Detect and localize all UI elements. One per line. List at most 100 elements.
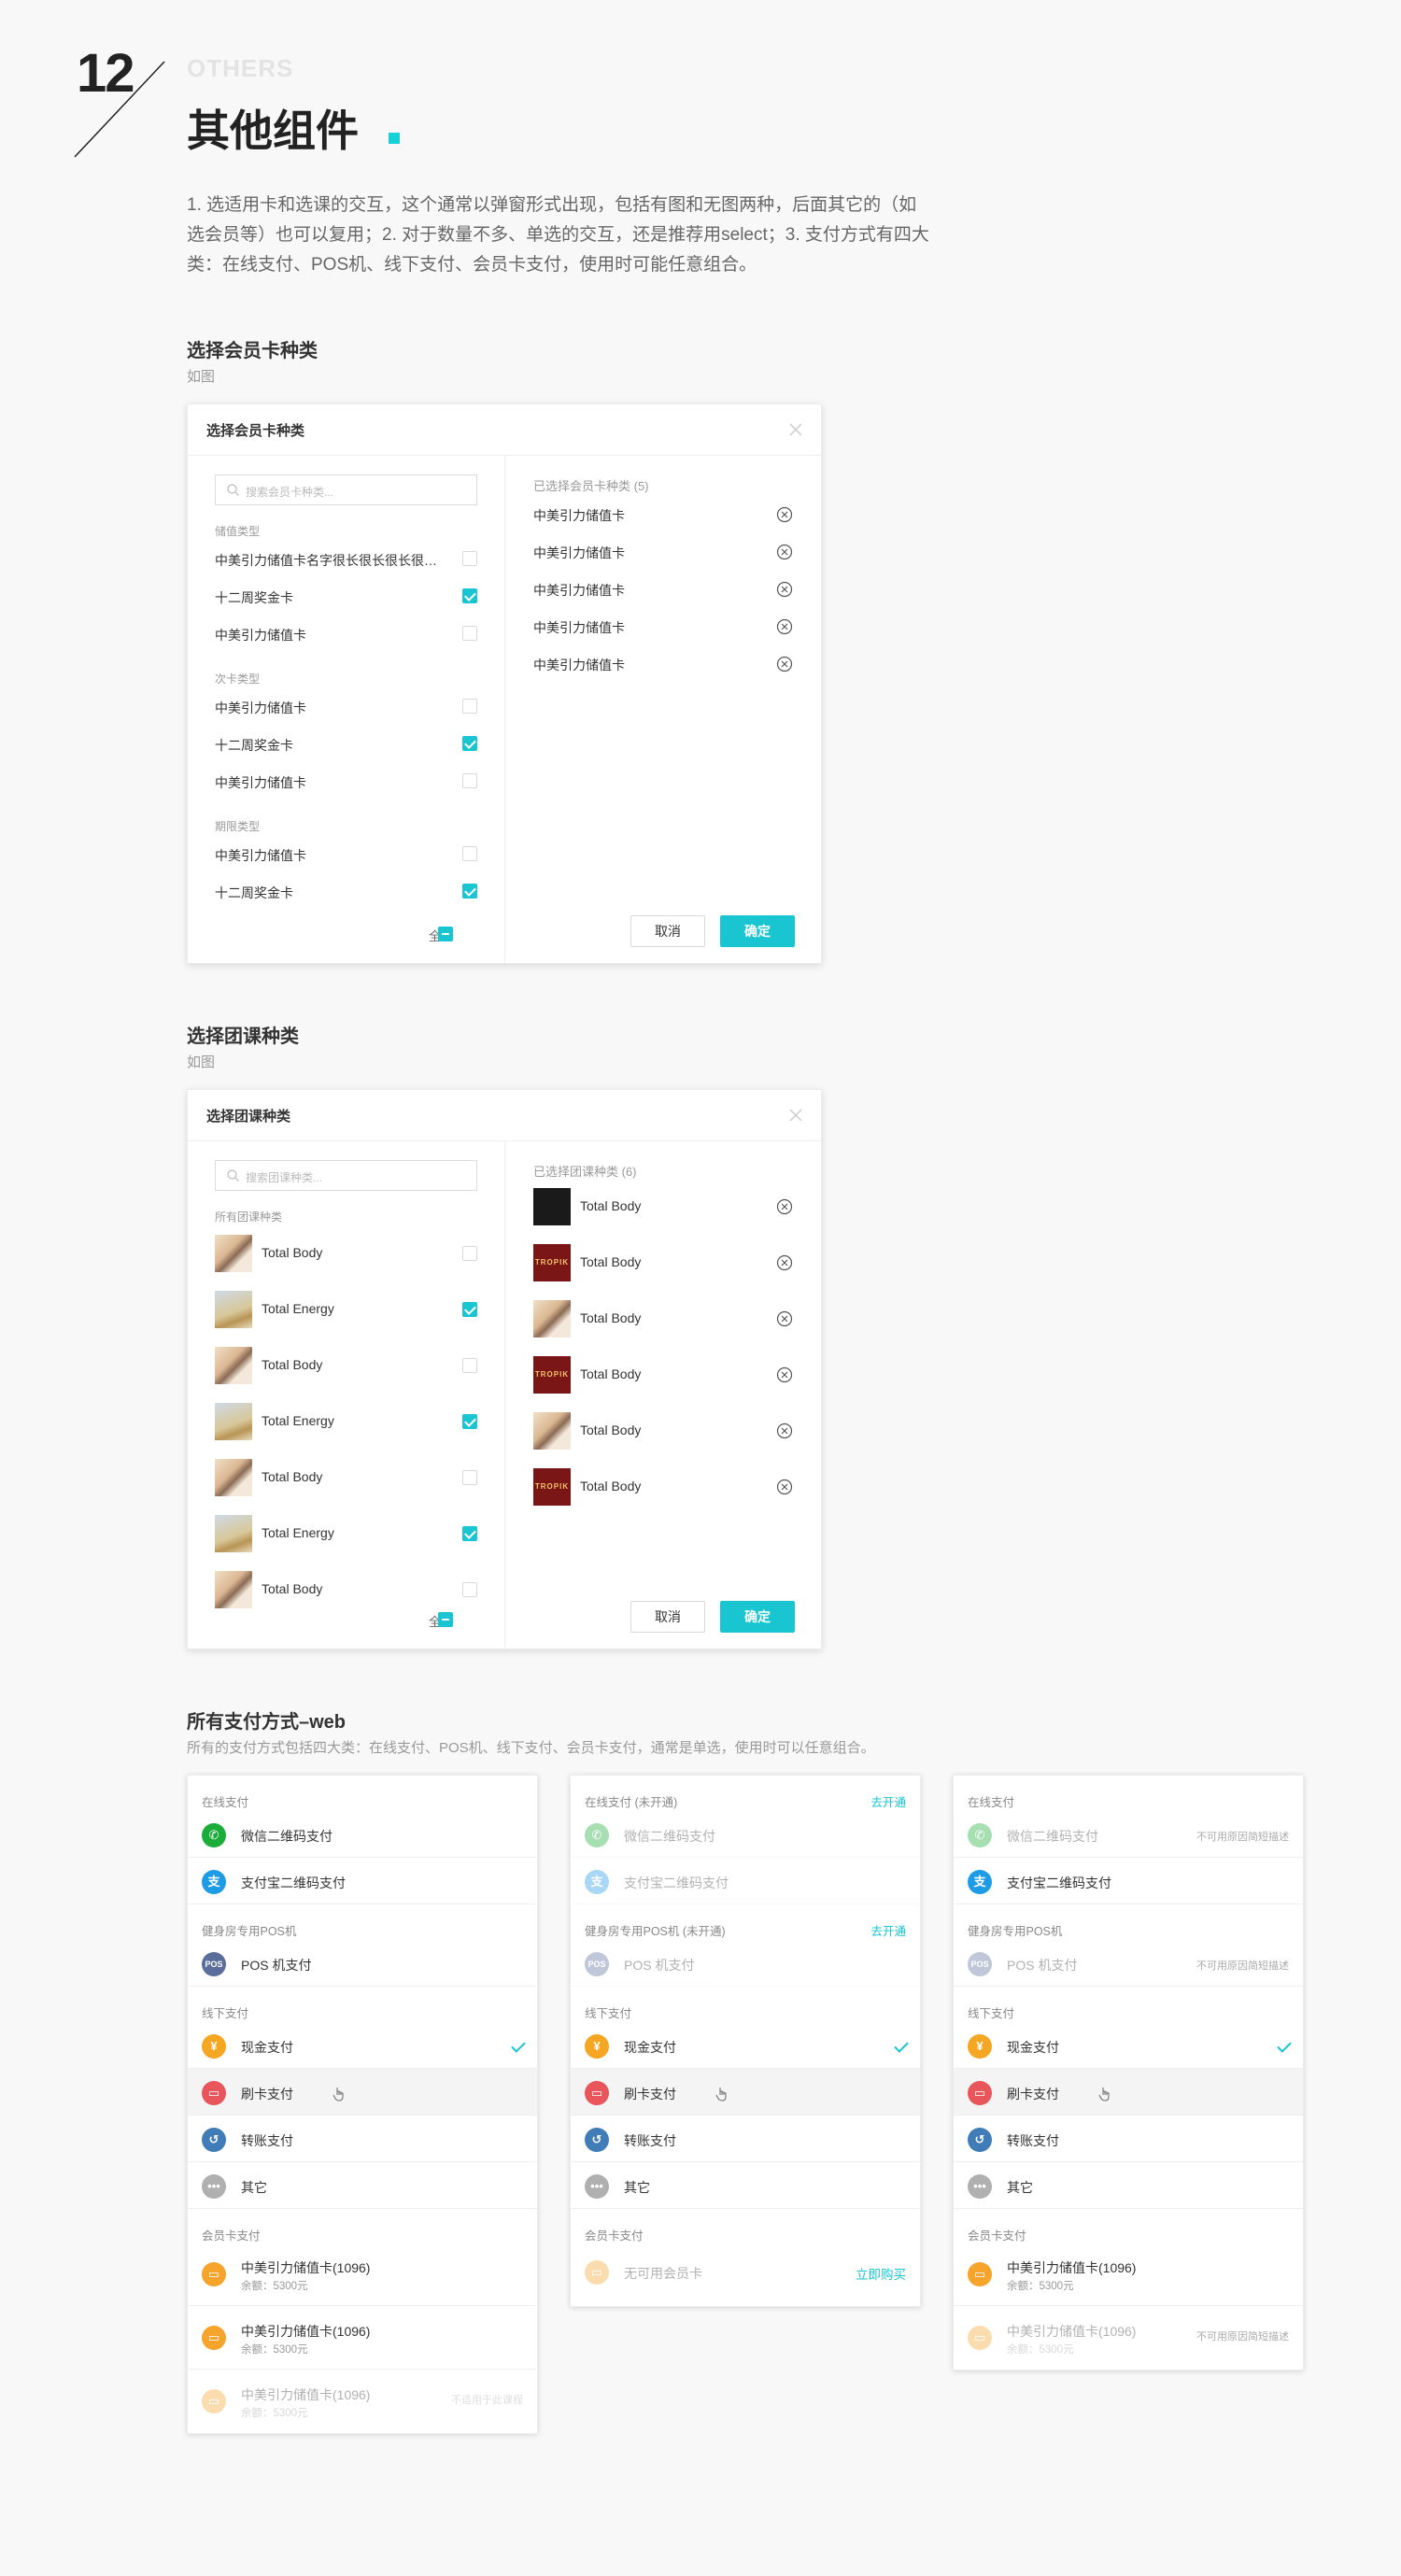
cancel-button[interactable]: 取消 bbox=[630, 915, 705, 947]
pos-icon: POS bbox=[202, 1952, 226, 1976]
payment-option-member-card[interactable]: ▭ 中美引力储值卡(1096) 余额：5300元 bbox=[954, 2243, 1303, 2306]
checkbox[interactable] bbox=[462, 626, 477, 641]
list-item[interactable]: 中美引力储值卡 bbox=[215, 626, 477, 643]
list-item[interactable]: 中美引力储值卡 bbox=[215, 699, 477, 715]
confirm-button[interactable]: 确定 bbox=[720, 1601, 795, 1633]
remove-icon[interactable] bbox=[776, 581, 793, 598]
list-item[interactable]: Total Energy bbox=[215, 1515, 477, 1552]
selected-item: 中美引力储值卡 bbox=[533, 506, 793, 523]
payment-option-member-card[interactable]: ▭ 中美引力储值卡(1096) 余额：5300元 bbox=[188, 2243, 537, 2306]
list-item[interactable]: Total Body bbox=[215, 1571, 477, 1608]
more-icon: ••• bbox=[968, 2174, 992, 2199]
checkbox[interactable] bbox=[462, 846, 477, 861]
checkbox[interactable] bbox=[462, 1470, 477, 1485]
remove-icon[interactable] bbox=[776, 1310, 793, 1327]
select-all[interactable]: 全选 bbox=[403, 927, 477, 943]
checkbox-checked[interactable] bbox=[462, 1526, 477, 1541]
member-card-icon: ▭ bbox=[968, 2262, 992, 2286]
search-input[interactable]: 搜索团课种类... bbox=[215, 1160, 477, 1191]
option-label: 刷卡支付 bbox=[624, 2087, 676, 2102]
list-item[interactable]: Total Energy bbox=[215, 1403, 477, 1440]
payment-option-pos-disabled: POS POS 机支付 不可用原因简短描述 bbox=[954, 1940, 1303, 1987]
checkbox-checked[interactable] bbox=[462, 1302, 477, 1317]
checkbox[interactable] bbox=[462, 1358, 477, 1373]
class-thumbnail bbox=[533, 1300, 571, 1338]
remove-icon[interactable] bbox=[776, 618, 793, 635]
list-item[interactable]: 十二周奖金卡 bbox=[215, 884, 477, 900]
checkbox-checked[interactable] bbox=[462, 588, 477, 603]
payment-option-other[interactable]: ••• 其它 bbox=[571, 2162, 920, 2209]
select-all[interactable]: 全选 bbox=[403, 1612, 477, 1629]
selected-label: Total Body bbox=[580, 1310, 642, 1325]
checkbox[interactable] bbox=[462, 551, 477, 566]
payment-option-card[interactable]: ▭ 刷卡支付 bbox=[571, 2069, 920, 2116]
search-input[interactable]: 搜索会员卡种类... bbox=[215, 474, 477, 505]
payment-option-transfer[interactable]: ↺ 转账支付 bbox=[188, 2116, 537, 2162]
checkbox[interactable] bbox=[462, 773, 477, 788]
payment-option-pos[interactable]: POS POS 机支付 bbox=[188, 1940, 537, 1987]
card-icon: ▭ bbox=[968, 2081, 992, 2105]
list-item[interactable]: Total Body bbox=[215, 1347, 477, 1384]
list-item[interactable]: 中美引力储值卡 bbox=[215, 846, 477, 863]
checkbox[interactable] bbox=[462, 699, 477, 714]
remove-icon[interactable] bbox=[776, 1479, 793, 1495]
payment-option-alipay-disabled: 支支付宝二维码支付 bbox=[571, 1858, 920, 1904]
item-label: Total Body bbox=[262, 1245, 323, 1260]
checkbox[interactable] bbox=[462, 1246, 477, 1261]
activate-link[interactable]: 去开通 bbox=[870, 1792, 906, 1810]
remove-icon[interactable] bbox=[776, 506, 793, 523]
list-item[interactable]: 中美引力储值卡 bbox=[215, 773, 477, 790]
close-icon[interactable] bbox=[785, 1105, 806, 1125]
list-item[interactable]: 中美引力储值卡名字很长很长很长很长很长 bbox=[215, 551, 477, 568]
section-label: 健身房专用POS机 bbox=[968, 1925, 1063, 1938]
payment-option-other[interactable]: ••• 其它 bbox=[188, 2162, 537, 2209]
class-section-subtitle: 如图 bbox=[187, 1054, 216, 1070]
payment-option-other[interactable]: ••• 其它 bbox=[954, 2162, 1303, 2209]
transfer-icon: ↺ bbox=[968, 2128, 992, 2152]
remove-icon[interactable] bbox=[776, 1254, 793, 1271]
payment-option-cash[interactable]: ¥ 现金支付 bbox=[188, 2022, 537, 2069]
buy-now-link[interactable]: 立即购买 bbox=[856, 2264, 906, 2283]
selected-label: Total Body bbox=[580, 1198, 642, 1213]
activate-link[interactable]: 去开通 bbox=[870, 1921, 906, 1939]
option-label: 刷卡支付 bbox=[241, 2087, 293, 2102]
list-item[interactable]: Total Body bbox=[215, 1459, 477, 1496]
item-label: 中美引力储值卡 bbox=[215, 775, 306, 790]
payment-option-member-card[interactable]: ▭ 中美引力储值卡(1096) 余额：5300元 bbox=[188, 2306, 537, 2370]
remove-icon[interactable] bbox=[776, 544, 793, 560]
list-item[interactable]: 十二周奖金卡 bbox=[215, 736, 477, 753]
checkbox-checked[interactable] bbox=[462, 884, 477, 899]
checkbox-indeterminate[interactable] bbox=[438, 927, 453, 941]
list-item[interactable]: Total Body bbox=[215, 1235, 477, 1272]
member-card-icon: ▭ bbox=[202, 2262, 226, 2286]
remove-icon[interactable] bbox=[776, 1422, 793, 1439]
payment-option-transfer[interactable]: ↺ 转账支付 bbox=[954, 2116, 1303, 2162]
cancel-button[interactable]: 取消 bbox=[630, 1601, 705, 1633]
close-icon[interactable] bbox=[785, 419, 806, 440]
payment-option-cash[interactable]: ¥ 现金支付 bbox=[571, 2022, 920, 2069]
selected-item: 中美引力储值卡 bbox=[533, 656, 793, 672]
payment-option-wechat[interactable]: ✆ 微信二维码支付 bbox=[188, 1811, 537, 1858]
checkbox[interactable] bbox=[462, 1582, 477, 1597]
checkbox-checked[interactable] bbox=[462, 736, 477, 751]
section-en-label: OTHERS bbox=[187, 54, 294, 82]
payment-option-alipay[interactable]: 支支付宝二维码支付 bbox=[188, 1858, 537, 1904]
payment-option-card[interactable]: ▭ 刷卡支付 bbox=[954, 2069, 1303, 2116]
wechat-icon: ✆ bbox=[202, 1823, 226, 1847]
option-label: 支付宝二维码支付 bbox=[241, 1875, 346, 1890]
accent-dot bbox=[389, 133, 400, 144]
payment-option-card[interactable]: ▭ 刷卡支付 bbox=[188, 2069, 537, 2116]
list-item[interactable]: Total Energy bbox=[215, 1291, 477, 1328]
remove-icon[interactable] bbox=[776, 1198, 793, 1215]
confirm-button[interactable]: 确定 bbox=[720, 915, 795, 947]
payment-option-transfer[interactable]: ↺ 转账支付 bbox=[571, 2116, 920, 2162]
slash-decoration bbox=[74, 61, 165, 158]
payment-option-alipay[interactable]: 支支付宝二维码支付 bbox=[954, 1858, 1303, 1904]
option-label: 中美引力储值卡(1096) bbox=[241, 2260, 371, 2275]
remove-icon[interactable] bbox=[776, 656, 793, 672]
payment-option-cash[interactable]: ¥ 现金支付 bbox=[954, 2022, 1303, 2069]
list-item[interactable]: 十二周奖金卡 bbox=[215, 588, 477, 605]
remove-icon[interactable] bbox=[776, 1366, 793, 1383]
checkbox-indeterminate[interactable] bbox=[438, 1612, 453, 1627]
checkbox-checked[interactable] bbox=[462, 1414, 477, 1429]
